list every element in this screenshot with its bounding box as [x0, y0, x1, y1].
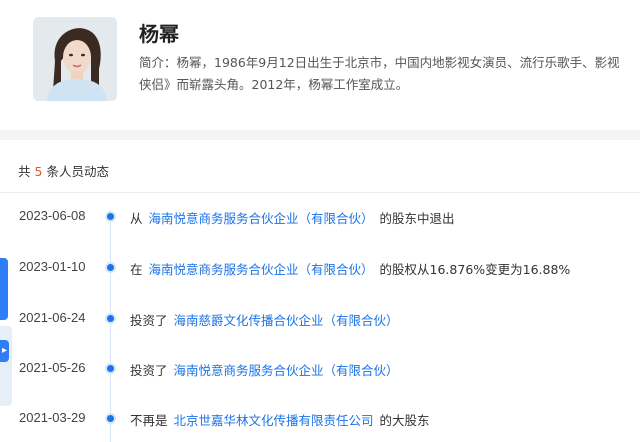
row-post: 的大股东 — [379, 413, 430, 428]
timeline-dot — [107, 415, 114, 422]
row-post: 的股权从16.876%变更为16.88% — [379, 262, 571, 277]
row-post: 的股东中退出 — [379, 211, 455, 226]
company-link[interactable]: 海南悦意商务服务合伙企业（有限合伙） — [149, 211, 374, 226]
row-text: 投资了 海南慈爵文化传播合伙企业（有限合伙） — [130, 310, 405, 329]
row-text: 不再是 北京世嘉华林文化传播有限责任公司 的大股东 — [130, 410, 430, 429]
row-date: 2021-06-24 — [19, 310, 86, 325]
dynamics-count-header: 共 5 条人员动态 — [18, 161, 109, 180]
company-link[interactable]: 海南悦意商务服务合伙企业（有限合伙） — [174, 363, 399, 378]
person-bio: 简介：杨幂，1986年9月12日出生于北京市，中国内地影视女演员、流行乐歌手、影… — [139, 52, 640, 96]
personnel-dynamics-panel: 共 5 条人员动态 2023-06-08 从海南悦意商务服务合伙企业（有限合伙） 的股… — [0, 140, 640, 442]
row-date: 2021-05-26 — [19, 360, 86, 375]
timeline-dot — [107, 213, 114, 220]
row-text: 在海南悦意商务服务合伙企业（有限合伙） 的股权从16.876%变更为16.88% — [130, 259, 570, 278]
company-link[interactable]: 海南悦意商务服务合伙企业（有限合伙） — [149, 262, 374, 277]
row-date: 2023-06-08 — [19, 208, 86, 223]
company-link[interactable]: 海南慈爵文化传播合伙企业（有限合伙） — [174, 313, 399, 328]
row-text: 投资了 海南悦意商务服务合伙企业（有限合伙） — [130, 360, 405, 379]
side-tab-light[interactable] — [0, 326, 12, 406]
row-date: 2023-01-10 — [19, 259, 86, 274]
row-pre: 投资了 — [130, 363, 168, 378]
timeline-row: 2021-03-29 不再是 北京世嘉华林文化传播有限责任公司 的大股东 — [0, 406, 640, 430]
avatar-photo — [33, 17, 117, 101]
row-pre: 从 — [130, 211, 143, 226]
person-name: 杨幂 — [139, 22, 179, 46]
timeline-row: 2021-06-24 投资了 海南慈爵文化传播合伙企业（有限合伙） — [0, 306, 640, 330]
count-suffix: 条人员动态 — [46, 164, 109, 179]
divider — [0, 192, 640, 193]
timeline-row: 2023-06-08 从海南悦意商务服务合伙企业（有限合伙） 的股东中退出 — [0, 204, 640, 228]
company-link[interactable]: 北京世嘉华林文化传播有限责任公司 — [174, 413, 374, 428]
count-number: 5 — [34, 164, 43, 179]
row-date: 2021-03-29 — [19, 410, 86, 425]
row-pre: 在 — [130, 262, 143, 277]
side-tab[interactable] — [0, 258, 8, 320]
avatar[interactable] — [33, 17, 117, 101]
timeline-dot — [107, 315, 114, 322]
row-text: 从海南悦意商务服务合伙企业（有限合伙） 的股东中退出 — [130, 208, 455, 227]
timeline-dot — [107, 365, 114, 372]
timeline-row: 2021-05-26 投资了 海南悦意商务服务合伙企业（有限合伙） — [0, 356, 640, 380]
row-pre: 不再是 — [130, 413, 168, 428]
row-pre: 投资了 — [130, 313, 168, 328]
timeline-row: 2023-01-10 在海南悦意商务服务合伙企业（有限合伙） 的股权从16.876… — [0, 255, 640, 279]
timeline-dot — [107, 264, 114, 271]
bio-line-1: 简介：杨幂，1986年9月12日出生于北京市，中国内地影视女演员、流行乐歌手、影… — [139, 55, 620, 70]
count-prefix: 共 — [18, 164, 31, 179]
chevron-right-icon[interactable]: ▸ — [0, 340, 9, 362]
bio-line-2: 侠侣》而崭露头角。2012年，杨幂工作室成立。 — [139, 77, 409, 92]
profile-card: 杨幂 简介：杨幂，1986年9月12日出生于北京市，中国内地影视女演员、流行乐歌… — [0, 0, 640, 130]
